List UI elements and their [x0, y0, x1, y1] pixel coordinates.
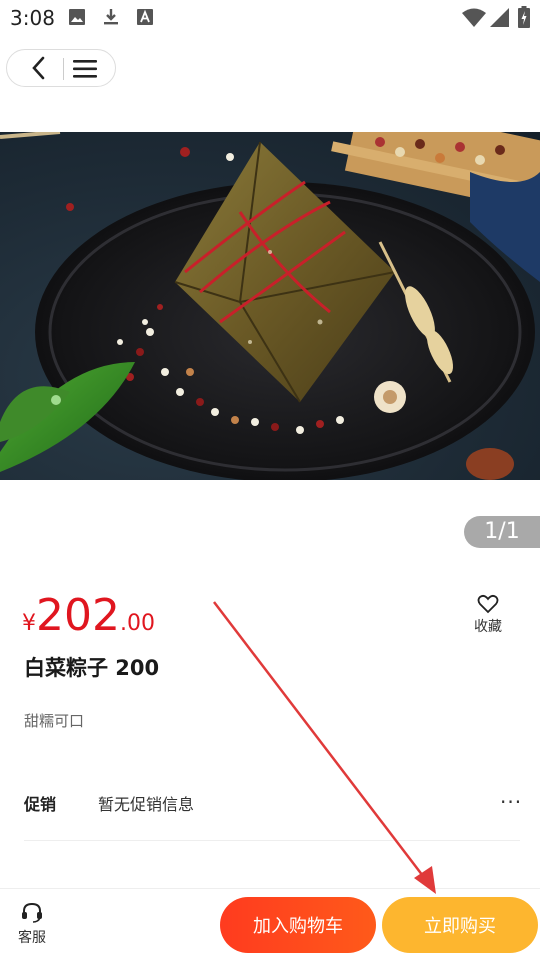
signal-icon: [490, 8, 509, 27]
image-icon: [69, 9, 85, 25]
promotion-more-button[interactable]: ···: [500, 790, 522, 814]
product-image[interactable]: [0, 132, 540, 480]
favorite-button[interactable]: 收藏: [468, 594, 508, 636]
status-bar: 3:08: [0, 0, 540, 36]
nav-capsule: [6, 49, 116, 87]
divider: [24, 840, 520, 841]
gallery-pager: 1/1: [464, 516, 540, 548]
price-integer: 202: [36, 590, 120, 641]
promotion-value: 暂无促销信息: [98, 795, 195, 814]
customer-service-label: 客服: [18, 930, 46, 946]
dried-flower: [374, 381, 406, 413]
headset-icon: [22, 902, 42, 923]
price: ¥202.00: [22, 590, 155, 641]
a-icon: [137, 9, 153, 25]
bottom-action-bar: 客服 加入购物车 立即购买: [0, 888, 540, 960]
heart-icon: [477, 594, 499, 614]
price-decimal: .00: [119, 611, 155, 636]
add-to-cart-button[interactable]: 加入购物车: [220, 897, 376, 953]
status-time: 3:08: [10, 6, 55, 30]
price-symbol: ¥: [22, 611, 36, 636]
product-subtitle: 甜糯可口: [24, 712, 85, 730]
capsule-divider: [63, 58, 64, 80]
customer-service-button[interactable]: 客服: [10, 901, 54, 947]
buy-now-button[interactable]: 立即购买: [382, 897, 538, 953]
product-title: 白菜粽子 200: [24, 656, 160, 680]
download-icon: [104, 9, 118, 25]
battery-icon: [518, 6, 530, 28]
chopsticks: [0, 132, 61, 139]
promotion-label: 促销: [24, 795, 57, 814]
favorite-label: 收藏: [474, 619, 502, 635]
menu-icon[interactable]: [71, 58, 99, 80]
wifi-icon: [462, 8, 486, 27]
jujube: [466, 448, 514, 480]
back-icon[interactable]: [27, 56, 51, 80]
zongzi-illustration: [0, 132, 540, 480]
